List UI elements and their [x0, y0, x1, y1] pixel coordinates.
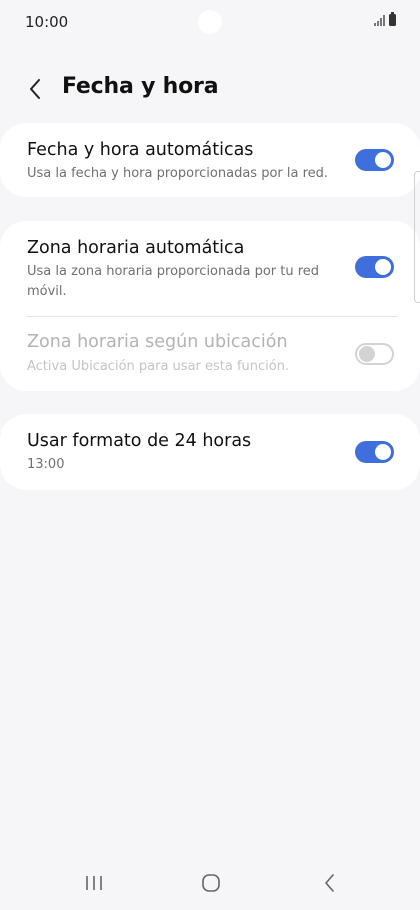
toggle-knob [375, 259, 391, 275]
auto-datetime-subtitle: Usa la fecha y hora proporcionadas por l… [27, 166, 329, 181]
home-icon [202, 874, 220, 892]
chevron-left-icon [30, 79, 40, 99]
format-24h-subtitle: 13:00 [27, 457, 65, 472]
nav-back-icon [325, 874, 334, 892]
toggle-knob [359, 346, 375, 362]
status-icons [374, 12, 396, 26]
auto-timezone-title: Zona horaria automática [27, 238, 245, 258]
timezone-location-row: Zona horaria según ubicación Activa Ubic… [0, 317, 420, 391]
camera-cutout [198, 10, 222, 34]
navigation-bar [0, 854, 420, 910]
auto-datetime-toggle[interactable] [355, 149, 394, 171]
status-time: 10:00 [25, 13, 69, 31]
back-button[interactable] [20, 72, 50, 106]
status-bar: 10:00 [0, 0, 420, 44]
home-button[interactable] [191, 868, 231, 898]
format-24h-title: Usar formato de 24 horas [27, 431, 252, 451]
card-24h-format: Usar formato de 24 horas 13:00 [0, 414, 420, 490]
auto-datetime-row[interactable]: Fecha y hora automáticas Usa la fecha y … [0, 123, 420, 197]
timezone-location-toggle [355, 343, 394, 365]
toggle-knob [375, 444, 391, 460]
battery-icon [389, 12, 396, 26]
recents-icon [86, 876, 102, 890]
header: Fecha y hora [0, 70, 420, 108]
auto-timezone-subtitle: Usa la zona horaria proporcionada por tu… [27, 264, 320, 299]
signal-icon [374, 15, 385, 26]
timezone-location-subtitle: Activa Ubicación para usar esta función. [27, 359, 290, 374]
page-title: Fecha y hora [62, 74, 219, 99]
scroll-indicator[interactable] [414, 171, 420, 303]
auto-datetime-title: Fecha y hora automáticas [27, 140, 254, 160]
card-timezone: Zona horaria automática Usa la zona hora… [0, 221, 420, 391]
recents-button[interactable] [74, 868, 114, 898]
auto-timezone-toggle[interactable] [355, 256, 394, 278]
format-24h-row[interactable]: Usar formato de 24 horas 13:00 [0, 414, 420, 490]
timezone-location-title: Zona horaria según ubicación [27, 332, 288, 352]
toggle-knob [375, 152, 391, 168]
card-auto-datetime: Fecha y hora automáticas Usa la fecha y … [0, 123, 420, 197]
auto-timezone-row[interactable]: Zona horaria automática Usa la zona hora… [0, 221, 420, 315]
nav-back-button[interactable] [310, 868, 350, 898]
format-24h-toggle[interactable] [355, 441, 394, 463]
